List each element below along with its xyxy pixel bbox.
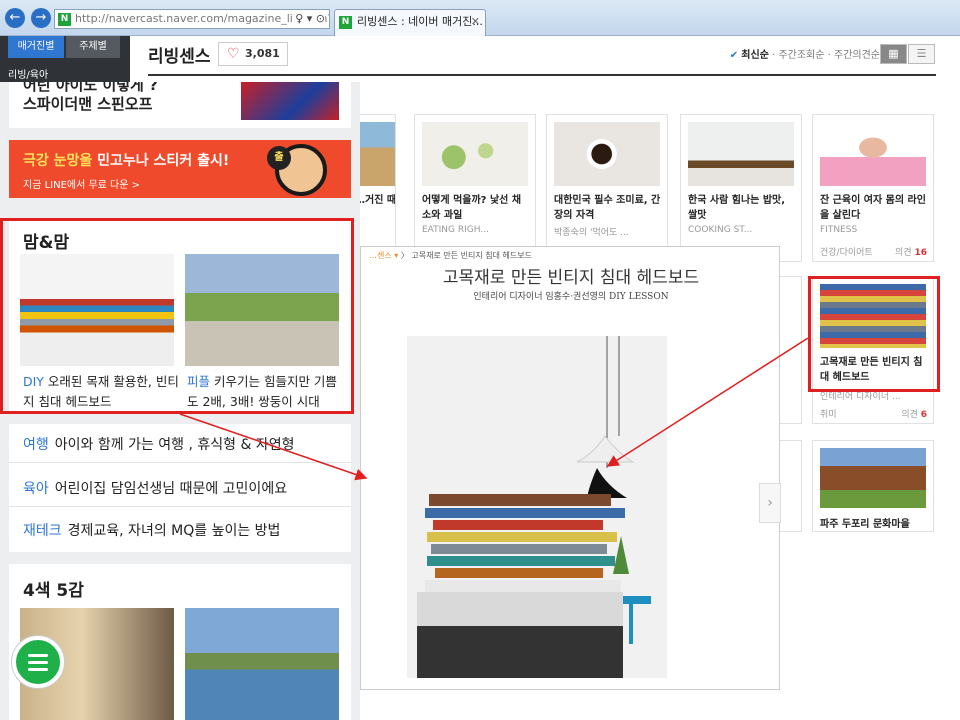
annotation-arrows <box>179 337 809 481</box>
